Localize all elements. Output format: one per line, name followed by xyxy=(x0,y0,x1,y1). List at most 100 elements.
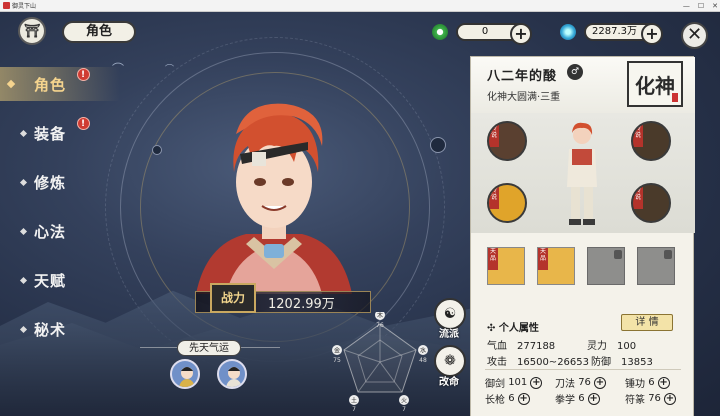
skill-slots: 天品 天品 xyxy=(471,247,695,293)
fortune-slot-1[interactable] xyxy=(170,359,200,389)
fortune-title: 先天气运 xyxy=(177,340,241,356)
weapon-label: 符篆 xyxy=(625,395,645,406)
diamond-icon xyxy=(19,276,28,285)
weapon-value: 6 xyxy=(578,393,585,404)
add-jade-button[interactable]: + xyxy=(510,23,532,45)
attr-value: 13853 xyxy=(621,357,653,368)
character-figure xyxy=(567,122,597,225)
skill-slot-1[interactable]: 天品 xyxy=(487,247,525,285)
nav-item-label: 装备 xyxy=(34,125,67,143)
bird-icon: ⌒ xyxy=(165,65,175,75)
weapon-value: 76 xyxy=(578,377,591,388)
rarity-tag: 天品 xyxy=(538,248,548,270)
window-close-button[interactable]: ✕ xyxy=(712,2,718,10)
attributes-title: 个人属性 xyxy=(498,323,539,334)
weapon-skill-fist: 拳学 6 + xyxy=(555,391,600,406)
page-title: 角色 xyxy=(62,21,136,43)
nav-item-equipment[interactable]: 装备 ! xyxy=(0,109,120,158)
equip-slot-weapon[interactable]: 传说 xyxy=(487,121,527,161)
equip-slot-accessory[interactable]: 传说 xyxy=(631,183,671,223)
character-portrait xyxy=(196,103,352,294)
alert-badge: ! xyxy=(77,68,90,81)
nav-item-technique[interactable]: 心法 xyxy=(0,207,120,256)
fate-label: 改命 xyxy=(439,377,459,388)
male-icon: ♂ xyxy=(567,64,583,80)
spirit-stone-icon xyxy=(560,24,576,40)
back-button[interactable]: ⛩ xyxy=(18,17,46,45)
lock-icon xyxy=(614,250,622,259)
seal-stamp-icon xyxy=(672,93,678,102)
combat-power-label: 战力 xyxy=(210,283,256,313)
details-button[interactable]: 详 情 xyxy=(621,314,673,331)
equip-slot-armor[interactable]: 传说 xyxy=(487,183,527,223)
attr-label: 防御 xyxy=(591,357,611,368)
divider xyxy=(485,369,681,370)
skill-slot-2[interactable]: 天品 xyxy=(537,247,575,285)
rarity-tag: 传说 xyxy=(489,125,499,147)
fortune-slot-2[interactable] xyxy=(217,359,247,389)
rarity-tag: 天品 xyxy=(488,248,498,270)
weapon-value: 6 xyxy=(648,377,655,388)
rarity-tag: 传说 xyxy=(633,187,643,209)
resource-stone: 2287.3万 + xyxy=(560,21,663,45)
add-fist-button[interactable]: + xyxy=(587,392,600,405)
radar-label-water: 水 xyxy=(420,347,426,355)
add-spear-button[interactable]: + xyxy=(517,392,530,405)
weapon-label: 御剑 xyxy=(485,379,505,390)
equip-slot-head[interactable]: 传说 xyxy=(631,121,671,161)
attr-label: 灵力 xyxy=(587,341,607,352)
attr-value: 100 xyxy=(617,341,637,352)
add-blade-button[interactable]: + xyxy=(593,376,606,389)
lock-icon xyxy=(664,250,672,259)
fate-icon: ❁ xyxy=(444,353,456,369)
skill-slot-4[interactable] xyxy=(637,247,675,285)
close-icon: ✕ xyxy=(686,24,703,45)
rarity-tag: 传说 xyxy=(633,125,643,147)
attr-label: 气血 xyxy=(487,341,507,352)
radar-label-fire: 火 xyxy=(401,398,407,405)
sparkle-icon: ✣ xyxy=(487,323,499,334)
radar-value-metal: 75 xyxy=(333,357,341,364)
maximize-button[interactable]: ☐ xyxy=(698,2,704,10)
diamond-icon xyxy=(19,227,28,236)
attr-attack: 攻击 16500~26653 xyxy=(487,353,589,368)
diamond-icon xyxy=(19,129,28,138)
realm-seal: 化神 xyxy=(627,61,683,107)
weapon-value: 6 xyxy=(508,393,515,404)
add-hammer-button[interactable]: + xyxy=(657,376,670,389)
app-icon xyxy=(3,2,10,9)
nav-item-talent[interactable]: 天赋 xyxy=(0,256,120,305)
combat-power-bar: 战力 1202.99万 xyxy=(195,283,371,313)
radar-label-metal: 金 xyxy=(334,347,340,355)
add-sword-button[interactable]: + xyxy=(530,376,543,389)
nav-item-secret-art[interactable]: 秘术 xyxy=(0,305,120,354)
nav-item-cultivation[interactable]: 修炼 xyxy=(0,158,120,207)
nav-item-character[interactable]: 角色 ! xyxy=(0,67,120,101)
weapon-skill-hammer: 锤功 6 + xyxy=(625,375,670,390)
weapon-label: 拳学 xyxy=(555,395,575,406)
resource-jade: 0 + xyxy=(432,21,532,45)
minimize-button[interactable]: — xyxy=(683,2,690,10)
attr-mana: 灵力 100 xyxy=(587,337,636,352)
character-info-panel: 八二年的酸 ♂ 化神大圆满·三重 化神 传说 传说 传说 传说 天品 天品 ✣ … xyxy=(470,56,695,416)
alert-badge: ! xyxy=(77,117,90,130)
equipment-area: 传说 传说 传说 传说 xyxy=(471,113,695,233)
weapon-skill-sword: 御剑 101 + xyxy=(485,375,543,390)
skill-slot-3[interactable] xyxy=(587,247,625,285)
weapon-skill-blade: 刀法 76 + xyxy=(555,375,606,390)
weapon-value: 76 xyxy=(648,393,661,404)
add-talisman-button[interactable]: + xyxy=(663,392,676,405)
diamond-icon xyxy=(19,325,28,334)
pavilion-icon: ⛩ xyxy=(23,23,41,39)
add-stone-button[interactable]: + xyxy=(641,23,663,45)
ring-orb xyxy=(430,137,446,153)
close-button[interactable]: ✕ xyxy=(681,22,708,49)
window-titlebar: 御灵下山 — ☐ ✕ xyxy=(0,0,720,12)
cultivation-rank: 化神大圆满·三重 xyxy=(487,92,561,103)
game-scene: ⌒ ⌒ ⛩ 角色 0 + 2287.3万 + ✕ 角色 ! 装备 ! 修炼 xyxy=(0,12,720,416)
window-title: 御灵下山 xyxy=(12,3,37,10)
sidebar-nav: 角色 ! 装备 ! 修炼 心法 天赋 秘术 xyxy=(0,67,120,354)
nav-item-label: 天赋 xyxy=(34,272,67,290)
weapon-skill-spear: 长枪 6 + xyxy=(485,391,530,406)
jade-ring-icon xyxy=(432,24,448,40)
